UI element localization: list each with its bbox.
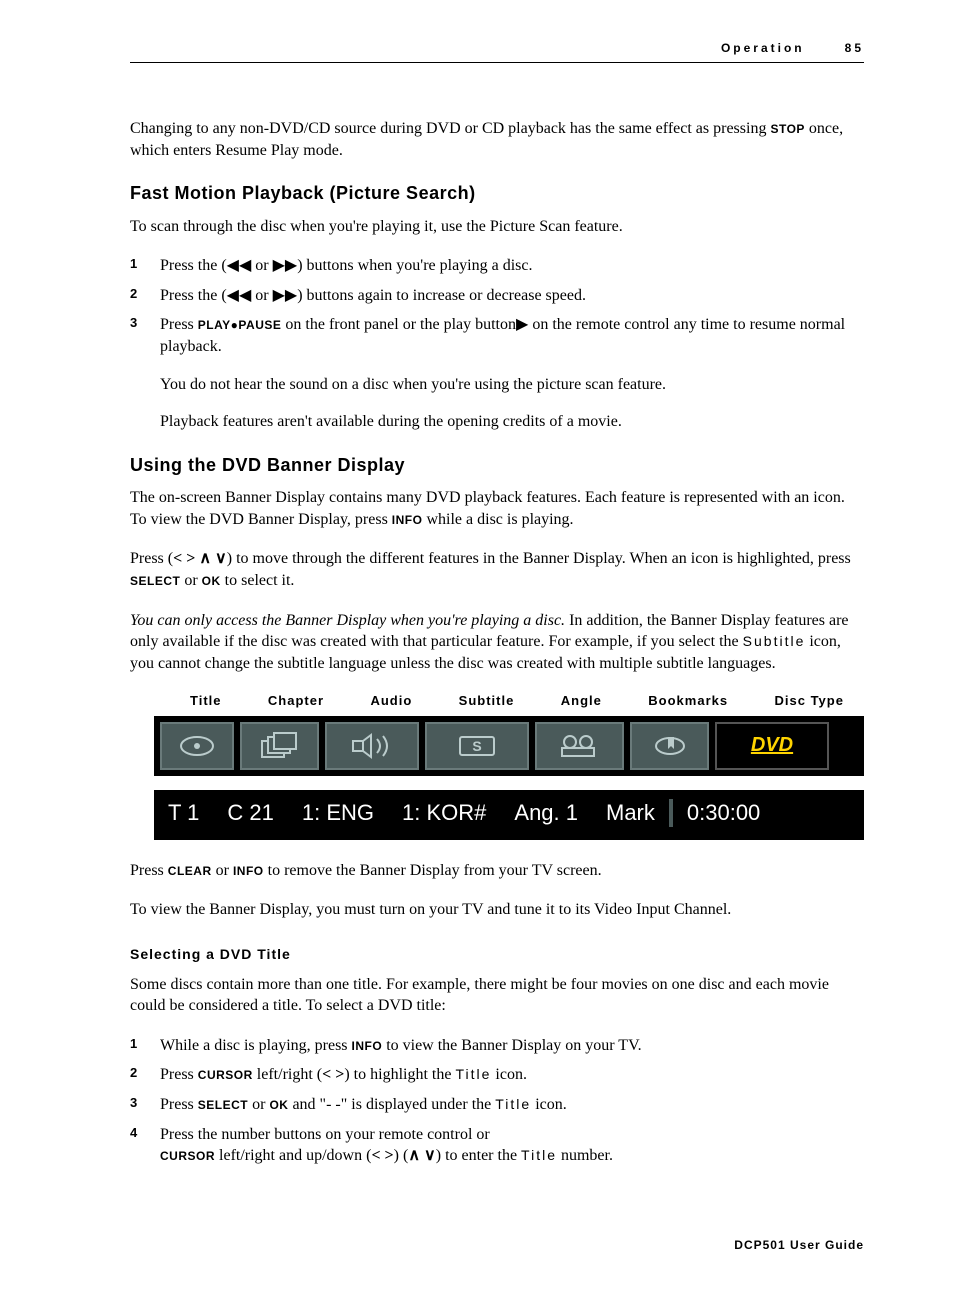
section-name: Operation bbox=[721, 40, 805, 56]
chapter-icon bbox=[240, 722, 319, 770]
title-value: T 1 bbox=[154, 798, 213, 828]
ok-key: OK bbox=[202, 574, 221, 588]
intro-paragraph: Changing to any non-DVD/CD source during… bbox=[130, 118, 864, 161]
label-disc-type: Disc Type bbox=[775, 692, 844, 710]
fastforward-icon: ▶▶ bbox=[273, 287, 298, 304]
bookmark-value: Mark bbox=[592, 798, 669, 828]
fast-lead: To scan through the disc when you're pla… bbox=[130, 216, 864, 238]
angle-icon bbox=[535, 722, 624, 770]
sel-step-1: 1 While a disc is playing, press INFO to… bbox=[130, 1035, 864, 1057]
audio-icon bbox=[325, 722, 419, 770]
clear-key: CLEAR bbox=[168, 864, 212, 878]
angle-value: Ang. 1 bbox=[500, 798, 592, 828]
subtitle-value: 1: KOR# bbox=[388, 798, 500, 828]
info-key: INFO bbox=[233, 864, 264, 878]
info-key: INFO bbox=[352, 1039, 383, 1053]
selecting-steps: 1 While a disc is playing, press INFO to… bbox=[130, 1035, 864, 1167]
banner-heading: Using the DVD Banner Display bbox=[130, 453, 864, 477]
ok-key: OK bbox=[269, 1098, 288, 1112]
cursor-key: CURSOR bbox=[160, 1149, 215, 1163]
step-3: 3 Press PLAY●PAUSE on the front panel or… bbox=[130, 314, 864, 357]
footer-guide-name: DCP501 User Guide bbox=[130, 1237, 864, 1253]
banner-values-row: T 1 C 21 1: ENG 1: KOR# Ang. 1 Mark 0:30… bbox=[154, 790, 864, 840]
select-key: SELECT bbox=[130, 574, 180, 588]
banner-p3: You can only access the Banner Display w… bbox=[130, 610, 864, 675]
step-2: 2 Press the (◀◀ or ▶▶) buttons again to … bbox=[130, 285, 864, 307]
step-1: 1 Press the (◀◀ or ▶▶) buttons when you'… bbox=[130, 255, 864, 277]
selecting-title-heading: Selecting a DVD Title bbox=[130, 945, 864, 964]
info-key: INFO bbox=[392, 513, 423, 527]
fast-motion-heading: Fast Motion Playback (Picture Search) bbox=[130, 181, 864, 205]
sel-step-4: 4 Press the number buttons on your remot… bbox=[130, 1124, 864, 1167]
label-chapter: Chapter bbox=[268, 692, 324, 710]
label-audio: Audio bbox=[370, 692, 412, 710]
selecting-lead: Some discs contain more than one title. … bbox=[130, 974, 864, 1017]
play-pause-key: PLAY●PAUSE bbox=[198, 318, 282, 332]
banner-after-2: To view the Banner Display, you must tur… bbox=[130, 899, 864, 921]
banner-display-graphic: S DVD T 1 C 21 1: ENG 1: KOR# Ang. 1 Mar… bbox=[130, 716, 864, 840]
audio-value: 1: ENG bbox=[288, 798, 388, 828]
label-subtitle: Subtitle bbox=[459, 692, 515, 710]
cursor-key: CURSOR bbox=[198, 1068, 253, 1082]
disc-type-icon: DVD bbox=[715, 722, 829, 770]
page-number: 85 bbox=[845, 40, 864, 56]
select-key: SELECT bbox=[198, 1098, 248, 1112]
banner-after-1: Press CLEAR or INFO to remove the Banner… bbox=[130, 860, 864, 882]
subtitle-icon: S bbox=[425, 722, 529, 770]
stop-key: STOP bbox=[770, 122, 804, 136]
rewind-icon: ◀◀ bbox=[227, 287, 252, 304]
chapter-value: C 21 bbox=[213, 798, 287, 828]
banner-p1: The on-screen Banner Display contains ma… bbox=[130, 487, 864, 530]
arrow-keys: < > ∧ ∨ bbox=[173, 550, 227, 567]
svg-text:S: S bbox=[472, 738, 481, 754]
subtitle-label: Subtitle bbox=[743, 633, 806, 649]
label-angle: Angle bbox=[561, 692, 602, 710]
rewind-icon: ◀◀ bbox=[227, 257, 252, 274]
page-header: Operation 85 bbox=[130, 40, 864, 63]
fastforward-icon: ▶▶ bbox=[273, 257, 298, 274]
banner-column-labels: Title Chapter Audio Subtitle Angle Bookm… bbox=[190, 692, 844, 710]
fast-note-2: Playback features aren't available durin… bbox=[160, 411, 864, 433]
label-bookmarks: Bookmarks bbox=[648, 692, 728, 710]
banner-p2: Press (< > ∧ ∨) to move through the diff… bbox=[130, 548, 864, 591]
sel-step-2: 2 Press CURSOR left/right (< >) to highl… bbox=[130, 1064, 864, 1086]
sel-step-3: 3 Press SELECT or OK and "- -" is displa… bbox=[130, 1094, 864, 1116]
bookmarks-icon bbox=[630, 722, 709, 770]
label-title: Title bbox=[190, 692, 222, 710]
time-value: 0:30:00 bbox=[673, 798, 774, 828]
play-icon: ▶ bbox=[516, 316, 528, 333]
fast-steps: 1 Press the (◀◀ or ▶▶) buttons when you'… bbox=[130, 255, 864, 357]
title-icon bbox=[160, 722, 234, 770]
fast-note-1: You do not hear the sound on a disc when… bbox=[160, 374, 864, 396]
